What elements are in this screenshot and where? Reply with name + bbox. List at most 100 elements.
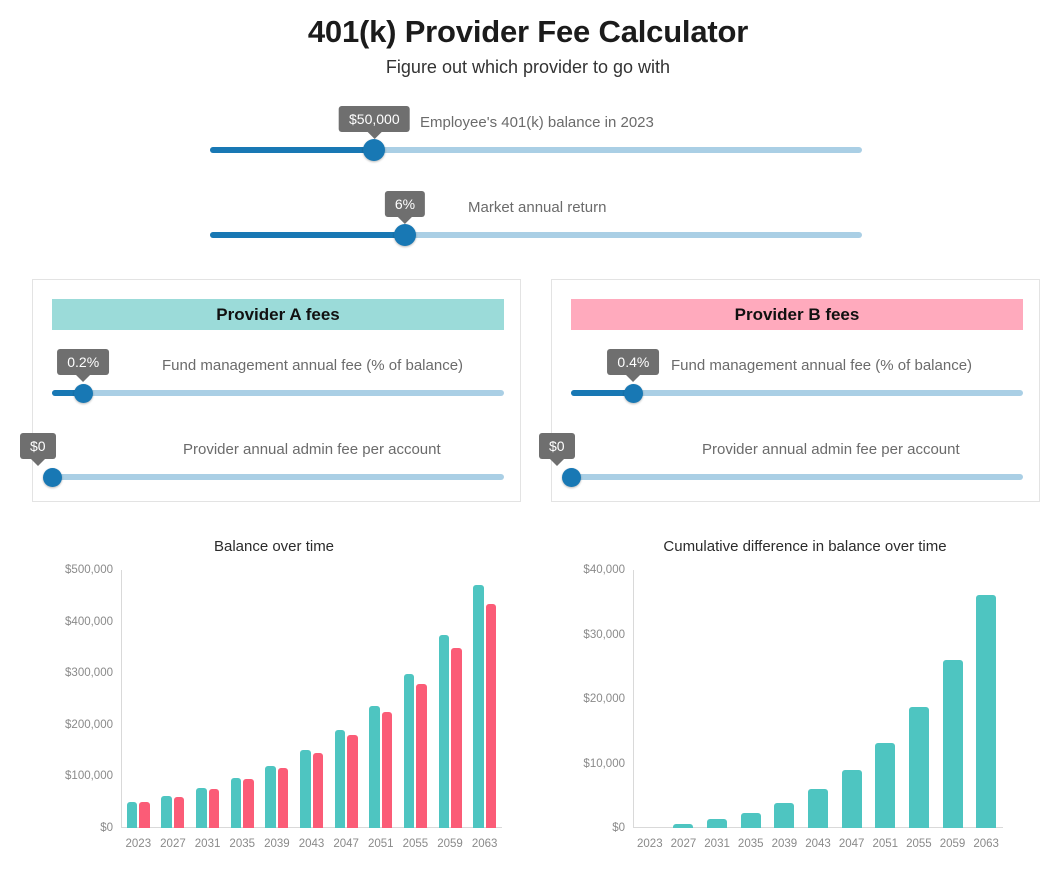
y-axis-tick-label: $400,000: [65, 615, 113, 628]
bar: [908, 706, 929, 828]
slider-balance-thumb[interactable]: [363, 139, 386, 161]
bar: [942, 660, 963, 828]
bar: [438, 634, 450, 828]
page-title: 401(k) Provider Fee Calculator: [307, 14, 749, 49]
x-axis-tick-label: 2023: [637, 838, 663, 850]
provider-b-fund-fee-value: 0.4%: [607, 349, 660, 382]
x-axis-tick-label: 2047: [838, 838, 865, 850]
y-axis-tick-label: $20,000: [583, 693, 625, 705]
bar: [277, 767, 289, 828]
plot-area: [121, 570, 502, 828]
slider-market-return-label: Market annual return: [468, 199, 607, 216]
x-axis-tick-label: 2043: [805, 838, 831, 850]
provider-b-card: Provider B fees Fund management annual f…: [539, 279, 1040, 502]
bar: [976, 594, 997, 828]
x-axis-tick-label: 2051: [872, 838, 899, 850]
cumulative-difference-chart-title: Cumulative difference in balance over ti…: [663, 538, 947, 555]
slider-balance-label: Employee's 401(k) balance in 2023: [420, 114, 654, 131]
y-axis-tick-label: $100,000: [65, 770, 113, 783]
provider-b-admin-fee-thumb[interactable]: [561, 467, 581, 487]
x-axis-tick-label: 2063: [973, 838, 999, 850]
bar: [369, 705, 380, 828]
x-axis-tick-label: 2027: [670, 838, 697, 850]
provider-a-fund-fee-label: Fund management annual fee (% of balance…: [162, 357, 464, 374]
cumulative-difference-chart: Cumulative difference in balance over ti…: [560, 538, 1050, 868]
bar: [139, 802, 150, 828]
x-axis-tick-label: 2063: [471, 838, 498, 850]
plot-area: [633, 570, 1003, 828]
y-axis-line: [633, 570, 634, 828]
bar: [451, 647, 462, 828]
provider-a-fund-fee-value: 0.2%: [57, 349, 110, 382]
bar: [473, 584, 484, 828]
x-axis-tick-label: 2047: [333, 838, 359, 850]
bar: [673, 824, 694, 828]
provider-a-heading: Provider A fees: [52, 299, 504, 330]
x-axis-tick-label: 2035: [737, 838, 764, 850]
provider-a-fund-fee-track[interactable]: [52, 390, 504, 396]
x-axis-tick-label: 2039: [264, 838, 290, 850]
bar: [312, 753, 323, 828]
x-axis-tick-label: 2023: [125, 838, 152, 850]
bar: [774, 802, 795, 828]
balance-over-time-chart: Balance over time $0 $100,000 $200,000 $300…: [24, 538, 524, 868]
provider-a-admin-fee-value: $0: [20, 433, 56, 466]
app-root: 401(k) Provider Fee Calculator Figure ou…: [0, 0, 1056, 877]
bar: [243, 778, 254, 828]
x-axis-tick-label: 2051: [367, 838, 394, 850]
provider-b-admin-fee-track[interactable]: [571, 474, 1023, 480]
bar: [416, 684, 427, 828]
provider-a-fund-fee-thumb[interactable]: [73, 383, 93, 403]
y-axis-tick-label: $30,000: [583, 628, 625, 641]
bar: [161, 796, 172, 828]
bar: [707, 818, 728, 828]
bar: [381, 712, 393, 828]
provider-a-admin-fee-label: Provider annual admin fee per account: [183, 441, 441, 458]
bar: [334, 730, 346, 828]
y-axis-tick-label: $500,000: [65, 564, 113, 576]
x-axis-tick-label: 2035: [229, 838, 256, 850]
x-axis-tick-label: 2055: [402, 838, 429, 850]
bar: [740, 812, 761, 828]
page-subtitle: Figure out which provider to go with: [385, 57, 671, 77]
x-axis-tick-label: 2055: [906, 838, 932, 850]
bar: [126, 802, 138, 828]
bar: [841, 769, 862, 828]
x-axis-tick-label: 2031: [704, 838, 730, 850]
x-axis-tick-label: 2031: [194, 838, 221, 850]
slider-market-return-thumb[interactable]: [393, 224, 416, 246]
bar: [173, 796, 185, 828]
balance-over-time-chart-title: Balance over time: [213, 538, 335, 555]
provider-b-admin-fee-value: $0: [539, 433, 575, 466]
y-axis-line: [121, 570, 122, 828]
bar: [875, 742, 896, 828]
provider-b-admin-fee-label: Provider annual admin fee per account: [702, 441, 960, 458]
y-axis-tick-label: $0: [612, 822, 625, 834]
provider-b-heading: Provider B fees: [571, 299, 1023, 330]
y-axis-tick-label: $10,000: [583, 757, 625, 770]
provider-a-admin-fee-track[interactable]: [52, 474, 504, 480]
x-axis-tick-label: 2059: [437, 838, 463, 850]
x-axis-tick-label: 2027: [160, 838, 186, 850]
slider-market-return-value: 6%: [384, 191, 426, 224]
slider-market-return-fill: [210, 232, 405, 238]
bar: [300, 750, 311, 828]
y-axis-tick-label: $40,000: [583, 564, 625, 576]
bar: [208, 788, 220, 828]
x-axis-tick-label: 2043: [298, 838, 325, 850]
slider-balance-value: $50,000: [338, 106, 410, 139]
bar: [485, 603, 497, 828]
bar: [347, 735, 358, 828]
provider-b-fund-fee-thumb[interactable]: [623, 383, 643, 403]
bar: [230, 777, 242, 828]
bar: [196, 787, 207, 828]
y-axis-tick-label: $0: [100, 822, 113, 834]
x-axis-tick-label: 2039: [771, 838, 798, 850]
x-axis-tick-label: 2059: [939, 838, 966, 850]
bar: [808, 789, 828, 828]
bar: [265, 765, 276, 828]
provider-a-card: Provider A fees 0.2% Fund management ann…: [20, 279, 521, 502]
provider-a-admin-fee-thumb[interactable]: [42, 467, 62, 487]
slider-balance-fill: [210, 147, 375, 153]
y-axis-tick-label: $200,000: [65, 718, 113, 731]
